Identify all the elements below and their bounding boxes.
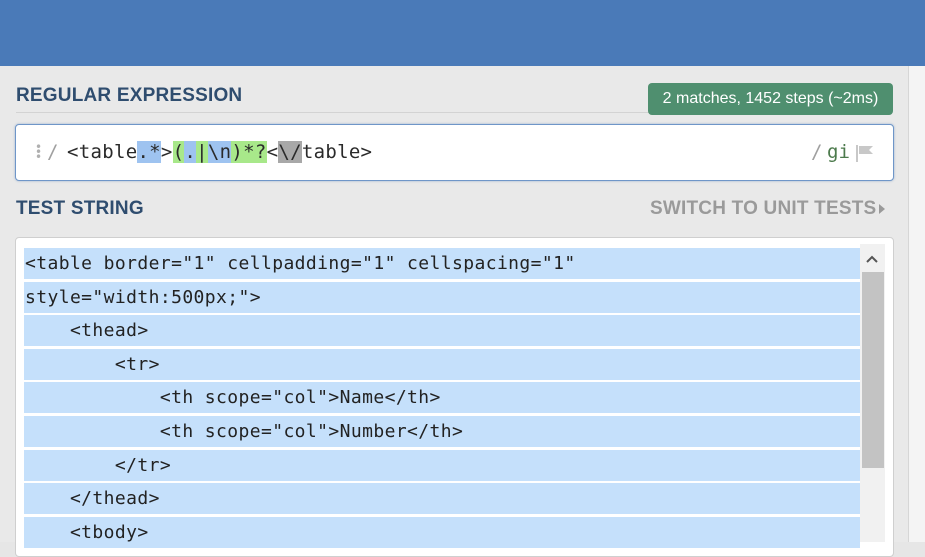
test-string-input[interactable]: <table border="1" cellpadding="1" cellsp… (15, 237, 894, 557)
regex-token: < (266, 141, 279, 163)
regex-input[interactable]: • • • / <table.*>(.|\n)*?<\/table> / gi (15, 124, 894, 181)
regex-token: <table (67, 141, 138, 163)
regex-token: table> (301, 141, 373, 163)
match-info-badge: 2 matches, 1452 steps (~2ms) (648, 83, 893, 115)
test-string-line: <tr> (24, 348, 860, 380)
test-string-line: <th scope="col">Number</th> (24, 416, 860, 447)
test-string-line: <th scope="col">Name</th> (24, 382, 860, 414)
regex-token: > (160, 141, 173, 163)
chevron-right-icon[interactable] (879, 204, 885, 214)
flag-icon[interactable] (856, 144, 874, 162)
drag-handle-icon[interactable]: • • • (35, 141, 42, 163)
regex-token: \/ (278, 141, 302, 163)
app-header (0, 0, 925, 66)
test-string-line: </tr> (24, 449, 860, 481)
test-string-line: <table border="1" cellpadding="1" cellsp… (24, 248, 860, 279)
regex-pattern[interactable]: <table.*>(.|\n)*?<\/table> (67, 141, 372, 163)
test-string-line: </thead> (24, 483, 860, 515)
regex-token: . (184, 141, 197, 163)
delimiter-open: / (47, 141, 59, 163)
regex-section-title: REGULAR EXPRESSION (16, 85, 243, 106)
scroll-up-icon[interactable] (865, 252, 879, 266)
regex-token: ( (172, 141, 185, 163)
regex-token: )*? (231, 141, 267, 163)
scrollbar-thumb[interactable] (862, 272, 884, 468)
test-string-line: style="width:500px;"> (24, 281, 860, 313)
regex-token: | (196, 141, 208, 163)
test-string-line: <tbody> (24, 516, 860, 548)
regex-token: \n (207, 141, 232, 163)
switch-to-unit-tests-link[interactable]: SWITCH TO UNIT TESTS (650, 198, 876, 220)
regex-flags[interactable]: gi (827, 141, 850, 163)
regex-token: .* (137, 141, 161, 163)
side-gutter (908, 66, 925, 542)
test-string-line: <thead> (24, 315, 860, 347)
delimiter-close: / (811, 141, 823, 163)
test-section-title: TEST STRING (16, 198, 144, 219)
